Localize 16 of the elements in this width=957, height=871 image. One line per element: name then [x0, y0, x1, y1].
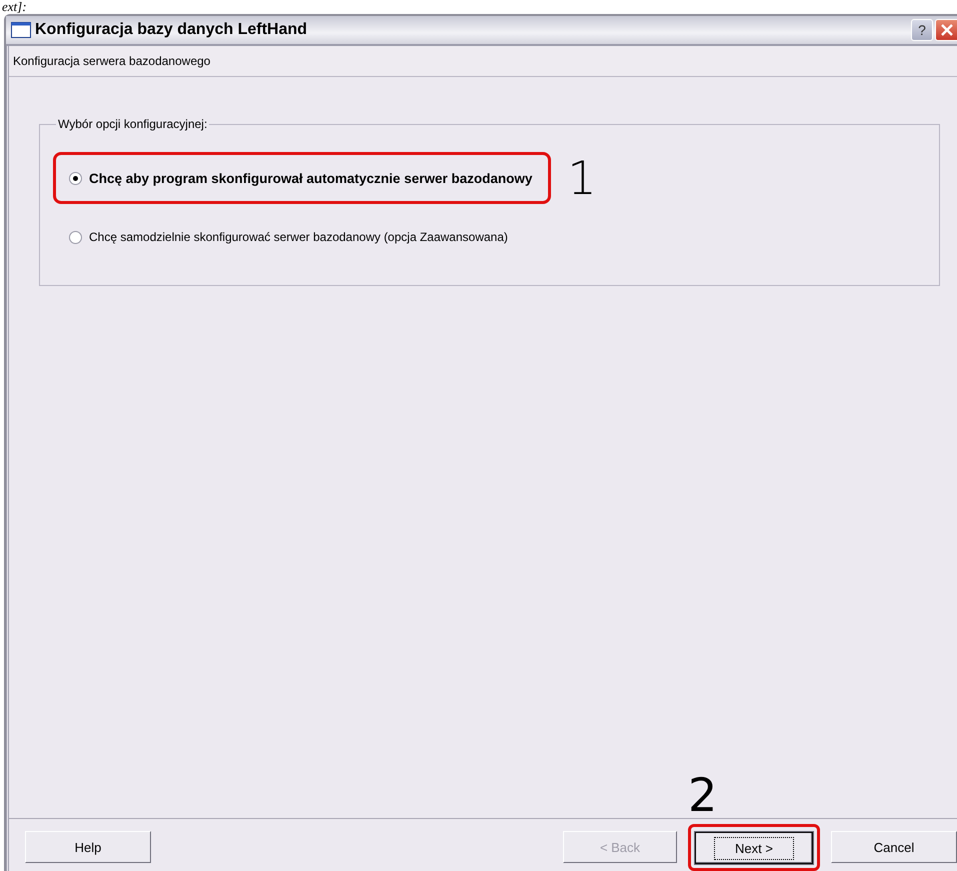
- callout-number: 1: [567, 155, 597, 201]
- wizard-button[interactable]: Next >: [695, 832, 813, 864]
- page-text-fragment: ext]:: [1, 0, 28, 14]
- wizard-button[interactable]: Cancel: [831, 831, 957, 863]
- radio-label[interactable]: Chcę aby program skonfigurował automatycznie serwer bazodanowy: [89, 170, 532, 186]
- help-button[interactable]: ?: [911, 19, 933, 41]
- group-legend: Wybór opcji konfiguracyjnej:: [56, 117, 210, 131]
- close-button[interactable]: [935, 19, 957, 41]
- close-icon: [940, 24, 952, 36]
- help-button[interactable]: Help: [25, 831, 151, 863]
- radio-label[interactable]: Chcę samodzielnie skonfigurować serwer bazodanowy (opcja Zaawansowana): [89, 230, 508, 244]
- callout-number: 2: [688, 772, 718, 818]
- radio-button[interactable]: [69, 230, 82, 244]
- window-title: Konfiguracja bazy danych LeftHand: [35, 21, 308, 39]
- window-icon: [11, 22, 31, 38]
- radio-button[interactable]: [69, 172, 82, 184]
